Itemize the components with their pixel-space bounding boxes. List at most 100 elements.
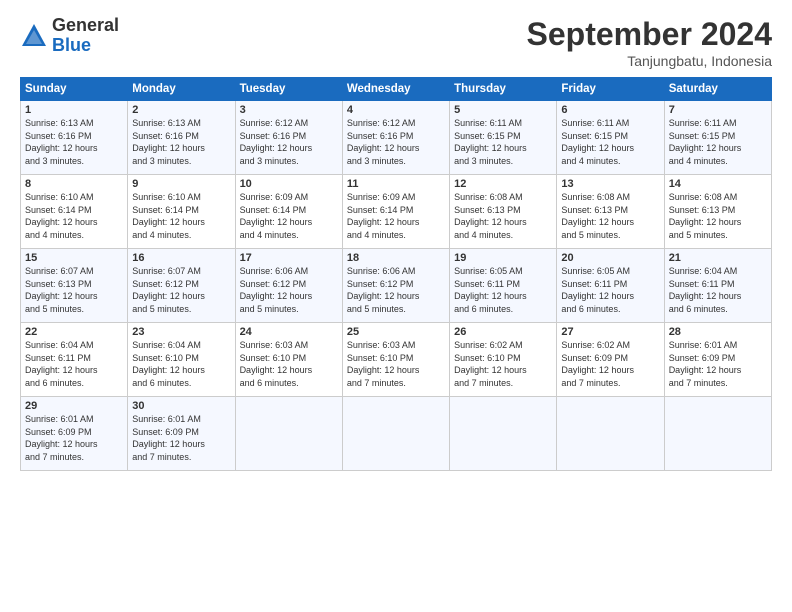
day-number: 22 — [25, 326, 123, 338]
day-cell: 11Sunrise: 6:09 AM Sunset: 6:14 PM Dayli… — [342, 175, 449, 249]
day-cell: 22Sunrise: 6:04 AM Sunset: 6:11 PM Dayli… — [21, 323, 128, 397]
day-detail: Sunrise: 6:10 AM Sunset: 6:14 PM Dayligh… — [132, 191, 230, 241]
page: General Blue September 2024 Tanjungbatu,… — [0, 0, 792, 612]
day-number: 23 — [132, 326, 230, 338]
day-number: 19 — [454, 252, 552, 264]
day-cell: 30Sunrise: 6:01 AM Sunset: 6:09 PM Dayli… — [128, 397, 235, 471]
day-detail: Sunrise: 6:07 AM Sunset: 6:13 PM Dayligh… — [25, 265, 123, 315]
day-number: 29 — [25, 400, 123, 412]
day-cell: 18Sunrise: 6:06 AM Sunset: 6:12 PM Dayli… — [342, 249, 449, 323]
logo: General Blue — [20, 16, 119, 56]
header-cell-wednesday: Wednesday — [342, 78, 449, 101]
day-cell: 2Sunrise: 6:13 AM Sunset: 6:16 PM Daylig… — [128, 101, 235, 175]
day-detail: Sunrise: 6:04 AM Sunset: 6:10 PM Dayligh… — [132, 339, 230, 389]
header-row: SundayMondayTuesdayWednesdayThursdayFrid… — [21, 78, 772, 101]
day-cell: 21Sunrise: 6:04 AM Sunset: 6:11 PM Dayli… — [664, 249, 771, 323]
logo-icon — [20, 22, 48, 50]
day-detail: Sunrise: 6:04 AM Sunset: 6:11 PM Dayligh… — [669, 265, 767, 315]
day-cell — [450, 397, 557, 471]
day-detail: Sunrise: 6:08 AM Sunset: 6:13 PM Dayligh… — [561, 191, 659, 241]
day-number: 5 — [454, 104, 552, 116]
day-number: 17 — [240, 252, 338, 264]
day-detail: Sunrise: 6:06 AM Sunset: 6:12 PM Dayligh… — [240, 265, 338, 315]
day-cell: 4Sunrise: 6:12 AM Sunset: 6:16 PM Daylig… — [342, 101, 449, 175]
day-number: 24 — [240, 326, 338, 338]
day-detail: Sunrise: 6:08 AM Sunset: 6:13 PM Dayligh… — [454, 191, 552, 241]
day-number: 12 — [454, 178, 552, 190]
header-cell-monday: Monday — [128, 78, 235, 101]
header: General Blue September 2024 Tanjungbatu,… — [20, 16, 772, 69]
day-cell: 17Sunrise: 6:06 AM Sunset: 6:12 PM Dayli… — [235, 249, 342, 323]
week-row-4: 22Sunrise: 6:04 AM Sunset: 6:11 PM Dayli… — [21, 323, 772, 397]
day-detail: Sunrise: 6:03 AM Sunset: 6:10 PM Dayligh… — [347, 339, 445, 389]
day-number: 27 — [561, 326, 659, 338]
header-cell-friday: Friday — [557, 78, 664, 101]
day-number: 2 — [132, 104, 230, 116]
day-cell: 20Sunrise: 6:05 AM Sunset: 6:11 PM Dayli… — [557, 249, 664, 323]
day-number: 13 — [561, 178, 659, 190]
day-cell: 28Sunrise: 6:01 AM Sunset: 6:09 PM Dayli… — [664, 323, 771, 397]
day-number: 8 — [25, 178, 123, 190]
day-cell — [342, 397, 449, 471]
day-cell: 14Sunrise: 6:08 AM Sunset: 6:13 PM Dayli… — [664, 175, 771, 249]
header-cell-sunday: Sunday — [21, 78, 128, 101]
day-number: 3 — [240, 104, 338, 116]
week-row-1: 1Sunrise: 6:13 AM Sunset: 6:16 PM Daylig… — [21, 101, 772, 175]
day-detail: Sunrise: 6:13 AM Sunset: 6:16 PM Dayligh… — [25, 117, 123, 167]
day-number: 14 — [669, 178, 767, 190]
day-detail: Sunrise: 6:13 AM Sunset: 6:16 PM Dayligh… — [132, 117, 230, 167]
day-number: 28 — [669, 326, 767, 338]
day-detail: Sunrise: 6:02 AM Sunset: 6:10 PM Dayligh… — [454, 339, 552, 389]
day-detail: Sunrise: 6:11 AM Sunset: 6:15 PM Dayligh… — [561, 117, 659, 167]
week-row-2: 8 Sunrise: 6:10 AM Sunset: 6:14 PM Daylig… — [21, 175, 772, 249]
day-cell: 24Sunrise: 6:03 AM Sunset: 6:10 PM Dayli… — [235, 323, 342, 397]
day-number: 21 — [669, 252, 767, 264]
day-number: 11 — [347, 178, 445, 190]
day-detail: Sunrise: 6:09 AM Sunset: 6:14 PM Dayligh… — [347, 191, 445, 241]
day-cell: 3Sunrise: 6:12 AM Sunset: 6:16 PM Daylig… — [235, 101, 342, 175]
header-cell-thursday: Thursday — [450, 78, 557, 101]
day-number: 16 — [132, 252, 230, 264]
header-cell-saturday: Saturday — [664, 78, 771, 101]
calendar-table: SundayMondayTuesdayWednesdayThursdayFrid… — [20, 77, 772, 471]
day-detail: Sunrise: 6:01 AM Sunset: 6:09 PM Dayligh… — [132, 413, 230, 463]
logo-text: General Blue — [52, 16, 119, 56]
week-row-3: 15Sunrise: 6:07 AM Sunset: 6:13 PM Dayli… — [21, 249, 772, 323]
day-number: 7 — [669, 104, 767, 116]
day-detail: Sunrise: 6:11 AM Sunset: 6:15 PM Dayligh… — [454, 117, 552, 167]
day-cell: 1Sunrise: 6:13 AM Sunset: 6:16 PM Daylig… — [21, 101, 128, 175]
day-number: 4 — [347, 104, 445, 116]
day-cell: 25Sunrise: 6:03 AM Sunset: 6:10 PM Dayli… — [342, 323, 449, 397]
day-number: 1 — [25, 104, 123, 116]
day-detail: Sunrise: 6:07 AM Sunset: 6:12 PM Dayligh… — [132, 265, 230, 315]
day-number: 25 — [347, 326, 445, 338]
day-cell: 27Sunrise: 6:02 AM Sunset: 6:09 PM Dayli… — [557, 323, 664, 397]
day-detail: Sunrise: 6:04 AM Sunset: 6:11 PM Dayligh… — [25, 339, 123, 389]
week-row-5: 29Sunrise: 6:01 AM Sunset: 6:09 PM Dayli… — [21, 397, 772, 471]
day-cell: 5Sunrise: 6:11 AM Sunset: 6:15 PM Daylig… — [450, 101, 557, 175]
header-cell-tuesday: Tuesday — [235, 78, 342, 101]
day-number: 15 — [25, 252, 123, 264]
day-cell: 10Sunrise: 6:09 AM Sunset: 6:14 PM Dayli… — [235, 175, 342, 249]
day-number: 10 — [240, 178, 338, 190]
day-detail: Sunrise: 6:05 AM Sunset: 6:11 PM Dayligh… — [561, 265, 659, 315]
day-detail: Sunrise: 6:12 AM Sunset: 6:16 PM Dayligh… — [240, 117, 338, 167]
day-cell: 7Sunrise: 6:11 AM Sunset: 6:15 PM Daylig… — [664, 101, 771, 175]
day-detail: Sunrise: 6:02 AM Sunset: 6:09 PM Dayligh… — [561, 339, 659, 389]
day-number: 9 — [132, 178, 230, 190]
day-detail: Sunrise: 6:03 AM Sunset: 6:10 PM Dayligh… — [240, 339, 338, 389]
day-detail: Sunrise: 6:05 AM Sunset: 6:11 PM Dayligh… — [454, 265, 552, 315]
day-cell — [557, 397, 664, 471]
day-detail: Sunrise: 6:09 AM Sunset: 6:14 PM Dayligh… — [240, 191, 338, 241]
day-cell: 8Sunrise: 6:10 AM Sunset: 6:14 PM Daylig… — [21, 175, 128, 249]
month-title: September 2024 — [527, 16, 772, 53]
day-cell: 16Sunrise: 6:07 AM Sunset: 6:12 PM Dayli… — [128, 249, 235, 323]
day-detail: Sunrise: 6:12 AM Sunset: 6:16 PM Dayligh… — [347, 117, 445, 167]
location: Tanjungbatu, Indonesia — [527, 53, 772, 69]
day-number: 18 — [347, 252, 445, 264]
title-section: September 2024 Tanjungbatu, Indonesia — [527, 16, 772, 69]
logo-general: General — [52, 16, 119, 36]
day-detail: Sunrise: 6:01 AM Sunset: 6:09 PM Dayligh… — [669, 339, 767, 389]
day-detail: Sunrise: 6:06 AM Sunset: 6:12 PM Dayligh… — [347, 265, 445, 315]
day-detail: Sunrise: 6:01 AM Sunset: 6:09 PM Dayligh… — [25, 413, 123, 463]
